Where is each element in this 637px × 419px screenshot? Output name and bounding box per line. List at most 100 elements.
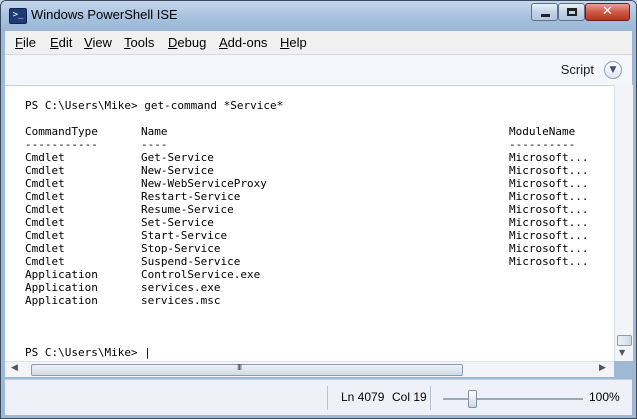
menu-file-label: ile	[22, 35, 36, 50]
scroll-right-icon[interactable]: ▶	[599, 363, 606, 373]
cell-name: New-Service	[141, 164, 214, 177]
underline-commandtype: -----------	[25, 138, 98, 151]
table-row: Cmdlet Restart-Service Microsoft...	[25, 190, 605, 203]
table-row: Cmdlet Suspend-Service Microsoft...	[25, 255, 605, 268]
chevron-down-icon[interactable]: ▼	[604, 61, 622, 79]
cell-name: Get-Service	[141, 151, 214, 164]
menu-help[interactable]: Help	[280, 35, 307, 50]
maximize-icon	[567, 8, 577, 16]
window-title: Windows PowerShell ISE	[31, 7, 178, 22]
cell-commandtype: Cmdlet	[25, 151, 65, 164]
status-bar: Ln 4079 Col 19 100%	[5, 379, 632, 415]
menu-addons-label: dd-ons	[227, 35, 268, 50]
status-separator	[327, 386, 328, 410]
menu-view-label: iew	[92, 35, 112, 50]
powershell-ise-window: >_ Windows PowerShell ISE ✕ File Edit Vi…	[0, 0, 637, 419]
zoom-slider-track[interactable]	[443, 398, 583, 400]
powershell-icon: >_	[9, 8, 27, 24]
table-row: Cmdlet Resume-Service Microsoft...	[25, 203, 605, 216]
cell-name: ControlService.exe	[141, 268, 261, 281]
console-command-line: PS C:\Users\Mike> get-command *Service*	[25, 99, 284, 112]
menu-tools[interactable]: Tools	[124, 35, 154, 50]
menu-file[interactable]: File	[15, 35, 36, 50]
table-row: Cmdlet New-Service Microsoft...	[25, 164, 605, 177]
table-row: Cmdlet Stop-Service Microsoft...	[25, 242, 605, 255]
vertical-scroll-thumb[interactable]	[617, 335, 632, 346]
menu-file-accesskey: F	[15, 35, 23, 50]
horizontal-scroll-thumb[interactable]: III	[31, 363, 463, 376]
menu-help-label: elp	[289, 35, 307, 50]
title-bar[interactable]: >_ Windows PowerShell ISE ✕	[1, 1, 636, 31]
menu-tools-label: ools	[130, 35, 155, 50]
script-pane-label: Script	[560, 62, 594, 77]
menu-addons-accesskey: A	[219, 35, 228, 50]
horizontal-scrollbar[interactable]: ◀ III ▶	[5, 361, 614, 377]
table-row: Application services.exe	[25, 281, 605, 294]
table-row: Cmdlet Get-Service Microsoft...	[25, 151, 605, 164]
status-column: Col 19	[392, 390, 427, 404]
cell-commandtype: Cmdlet	[25, 190, 65, 203]
cell-name: Set-Service	[141, 216, 214, 229]
cell-modulename: Microsoft...	[509, 216, 589, 229]
header-name: Name	[141, 125, 168, 138]
underline-modulename: ----------	[509, 138, 576, 151]
header-modulename: ModuleName	[509, 125, 576, 138]
maximize-button[interactable]	[558, 3, 585, 21]
zoom-level: 100%	[589, 390, 620, 404]
cell-name: New-WebServiceProxy	[141, 177, 267, 190]
cell-modulename: Microsoft...	[509, 190, 589, 203]
close-icon: ✕	[602, 4, 613, 19]
cell-commandtype: Application	[25, 268, 98, 281]
menu-bar: File Edit View Tools Debug Add-ons Help	[5, 31, 632, 55]
cell-modulename: Microsoft...	[509, 151, 589, 164]
cell-modulename: Microsoft...	[509, 229, 589, 242]
console-prompt[interactable]: PS C:\Users\Mike> |	[25, 346, 151, 359]
console-header-row: CommandType Name ModuleName	[25, 125, 605, 138]
minimize-icon	[541, 14, 550, 17]
header-commandtype: CommandType	[25, 125, 98, 138]
table-row: Cmdlet New-WebServiceProxy Microsoft...	[25, 177, 605, 190]
cell-commandtype: Cmdlet	[25, 216, 65, 229]
cell-commandtype: Cmdlet	[25, 203, 65, 216]
cell-commandtype: Cmdlet	[25, 229, 65, 242]
zoom-slider-thumb[interactable]	[468, 390, 477, 408]
cell-name: Stop-Service	[141, 242, 221, 255]
cell-name: Restart-Service	[141, 190, 241, 203]
status-separator	[430, 386, 431, 410]
menu-help-accesskey: H	[280, 35, 290, 50]
menu-edit-label: dit	[58, 35, 73, 50]
cell-commandtype: Application	[25, 281, 98, 294]
minimize-button[interactable]	[531, 3, 558, 21]
menu-debug-accesskey: D	[168, 35, 178, 50]
script-pane-header: Script ▼	[5, 55, 632, 85]
cell-commandtype: Cmdlet	[25, 255, 65, 268]
cell-commandtype: Cmdlet	[25, 164, 65, 177]
cell-commandtype: Application	[25, 294, 98, 307]
cell-commandtype: Cmdlet	[25, 242, 65, 255]
scroll-left-icon[interactable]: ◀	[11, 363, 18, 373]
console-underline-row: ----------- ---- ----------	[25, 138, 605, 151]
close-button[interactable]: ✕	[585, 3, 630, 21]
table-row: Cmdlet Start-Service Microsoft...	[25, 229, 605, 242]
vertical-scrollbar[interactable]: ▼	[614, 85, 633, 361]
cell-name: services.msc	[141, 294, 221, 307]
underline-name: ----	[141, 138, 168, 151]
console-pane[interactable]: PS C:\Users\Mike> get-command *Service* …	[5, 85, 614, 362]
menu-addons[interactable]: Add-ons	[219, 35, 267, 50]
cell-name: Start-Service	[141, 229, 228, 242]
scroll-down-icon[interactable]: ▼	[619, 348, 625, 357]
cell-modulename: Microsoft...	[509, 203, 589, 216]
scroll-grip-icon: III	[237, 363, 242, 372]
menu-edit[interactable]: Edit	[50, 35, 72, 50]
table-row: Application ControlService.exe	[25, 268, 605, 281]
cell-modulename: Microsoft...	[509, 177, 589, 190]
cell-modulename: Microsoft...	[509, 242, 589, 255]
table-row: Application services.msc	[25, 294, 605, 307]
menu-debug[interactable]: Debug	[168, 35, 206, 50]
menu-edit-accesskey: E	[50, 35, 59, 50]
menu-view[interactable]: View	[84, 35, 112, 50]
menu-debug-label: ebug	[177, 35, 207, 50]
cell-modulename: Microsoft...	[509, 164, 589, 177]
cell-name: services.exe	[141, 281, 221, 294]
cell-modulename: Microsoft...	[509, 255, 589, 268]
